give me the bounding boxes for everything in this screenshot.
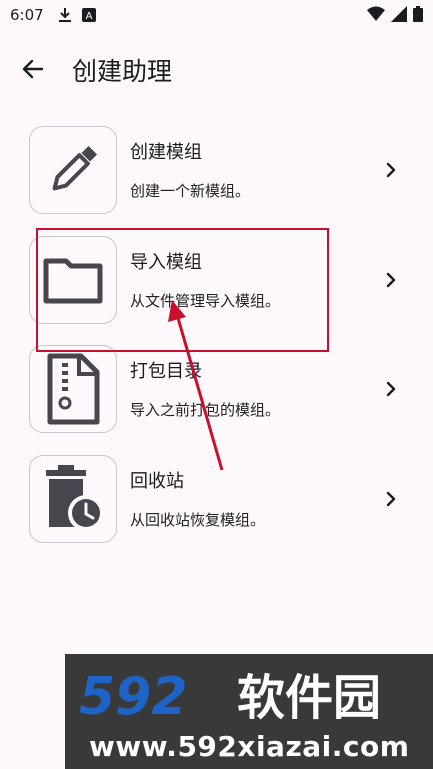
item-title: 回收站 [130, 471, 184, 492]
page-title: 创建助理 [72, 57, 173, 86]
svg-text:软件园: 软件园 [237, 670, 381, 726]
status-left-icons: A [58, 7, 96, 23]
download-icon [58, 8, 71, 22]
list-item-create-module[interactable]: 创建模组 创建一个新模组。 [0, 126, 433, 236]
svg-text:592: 592 [79, 667, 188, 726]
chevron-right-icon [386, 381, 396, 397]
item-title: 创建模组 [130, 142, 202, 163]
item-subtitle: 从文件管理导入模组。 [130, 292, 281, 310]
item-icon-box [29, 236, 117, 324]
signal-icon [391, 6, 407, 22]
arrow-back-icon [22, 59, 44, 79]
list-item-import-module[interactable]: 导入模组 从文件管理导入模组。 [0, 236, 433, 346]
item-subtitle: 导入之前打包的模组。 [130, 401, 281, 419]
keyboard-a-icon: A [81, 8, 96, 22]
zip-file-icon [47, 353, 100, 425]
item-icon-box [29, 345, 117, 433]
watermark: 592 软件园 www.592xiazai.com [65, 654, 433, 769]
item-title: 打包目录 [130, 361, 202, 382]
chevron-right-icon [386, 272, 396, 288]
item-title: 导入模组 [130, 252, 202, 273]
list-item-recycle-bin[interactable]: 回收站 从回收站恢复模组。 [0, 455, 433, 565]
status-right-icons [367, 6, 423, 22]
item-subtitle: 创建一个新模组。 [130, 182, 251, 200]
status-bar: 6:07 A [0, 0, 433, 30]
watermark-logo: 592 软件园 [79, 667, 381, 726]
item-subtitle: 从回收站恢复模组。 [130, 511, 266, 529]
pencil-icon [52, 145, 98, 191]
svg-text:A: A [85, 11, 92, 22]
chevron-right-icon [386, 162, 396, 178]
back-button[interactable] [18, 54, 48, 84]
item-icon-box [29, 126, 117, 214]
battery-icon [413, 6, 423, 22]
trash-restore-icon [46, 465, 104, 531]
watermark-url: www.592xiazai.com [89, 730, 410, 763]
chevron-right-icon [386, 491, 396, 507]
list-item-package-directory[interactable]: 打包目录 导入之前打包的模组。 [0, 345, 433, 455]
app-bar: 创建助理 [0, 44, 433, 94]
wifi-icon [367, 6, 385, 21]
item-icon-box [29, 455, 117, 543]
folder-icon [43, 258, 103, 304]
status-time: 6:07 [10, 6, 44, 24]
